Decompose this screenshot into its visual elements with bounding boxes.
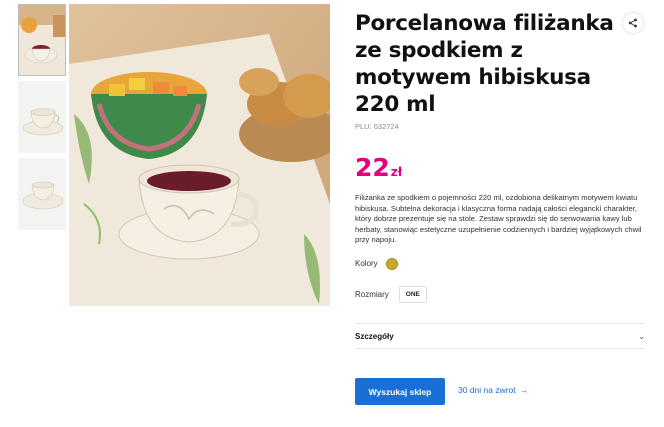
thumbnail-1[interactable]: [18, 4, 66, 76]
thumbnail-2[interactable]: [18, 81, 66, 153]
details-accordion[interactable]: Szczegóły ⌄: [355, 323, 645, 349]
details-label: Szczegóły: [355, 331, 394, 341]
main-product-image[interactable]: [69, 4, 330, 306]
return-policy-link[interactable]: 30 dni na zwrot →: [458, 385, 528, 395]
thumbnail-3[interactable]: [18, 158, 66, 230]
chevron-down-icon: ⌄: [638, 331, 645, 341]
sizes-label: Rozmiary: [355, 289, 389, 299]
color-swatch[interactable]: [385, 257, 398, 270]
return-label: 30 dni na zwrot: [458, 385, 516, 395]
sizes-row: Rozmiary ONE: [355, 285, 645, 303]
product-title: Porcelanowa filiżanka ze spodkiem z moty…: [355, 11, 614, 117]
product-info: Porcelanowa filiżanka ze spodkiem z moty…: [355, 10, 645, 303]
product-plu: PLU: 632724: [355, 122, 399, 131]
price-amount: 22: [355, 153, 390, 182]
main-product-photo: [69, 4, 330, 306]
price-currency: zł: [390, 165, 403, 179]
thumbnail-list: [18, 4, 66, 235]
thumbnail-2-image: [19, 82, 65, 152]
colors-row: Kolory: [355, 257, 645, 270]
thumbnail-1-image: [19, 5, 65, 75]
search-store-button[interactable]: Wyszukaj sklep: [355, 378, 445, 405]
product-price: 22zł: [355, 153, 645, 182]
product-description: Filiżanka ze spodkiem o pojemności 220 m…: [355, 193, 642, 245]
arrow-right-icon: →: [519, 385, 529, 395]
thumbnail-3-image: [19, 159, 65, 229]
size-option[interactable]: ONE: [398, 285, 427, 303]
colors-label: Kolory: [355, 259, 378, 269]
